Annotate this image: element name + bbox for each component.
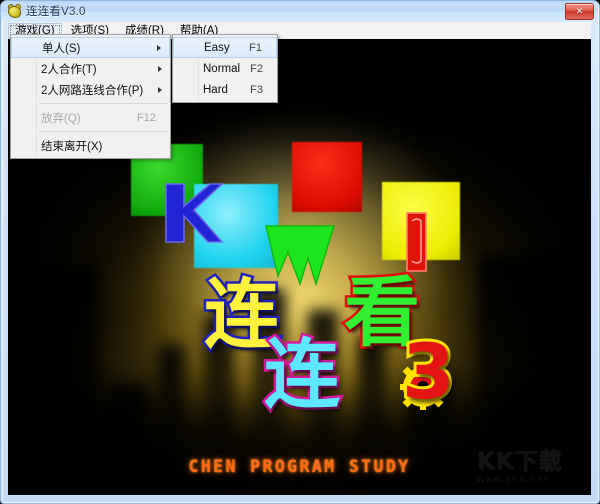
logo-version-number: 3 bbox=[399, 324, 458, 419]
game-dropdown-menu[interactable]: 单人(S) 2人合作(T) 2人网路连线合作(P) 放弃(Q) F12 结束离开… bbox=[10, 34, 171, 159]
menu-item-accelerator: F12 bbox=[137, 111, 156, 124]
menu-item-label: 结束离开(X) bbox=[41, 140, 103, 153]
watermark-brand: KK下载 bbox=[477, 449, 563, 475]
site-watermark: KK下载 www.kkx.net bbox=[477, 449, 587, 493]
menu-item-normal[interactable]: Normal F2 bbox=[173, 58, 277, 79]
menu-item-label: 放弃(Q) bbox=[41, 112, 81, 125]
menu-item-label: Easy bbox=[204, 41, 230, 54]
chevron-right-icon bbox=[158, 65, 162, 72]
menu-item-label: Normal bbox=[203, 62, 241, 75]
menu-item-easy[interactable]: Easy F1 bbox=[173, 37, 277, 58]
menu-item-accelerator: F1 bbox=[249, 41, 262, 54]
chevron-right-icon bbox=[157, 44, 161, 51]
watermark-url: www.kkx.net bbox=[477, 475, 549, 485]
menu-item-give-up: 放弃(Q) F12 bbox=[11, 107, 170, 128]
menu-item-accelerator: F3 bbox=[250, 83, 263, 96]
menu-item-label: 单人(S) bbox=[42, 42, 81, 55]
difficulty-submenu[interactable]: Easy F1 Normal F2 Hard F3 bbox=[172, 34, 278, 103]
window-controls: ✕ bbox=[565, 2, 598, 20]
menu-item-two-player-coop[interactable]: 2人合作(T) bbox=[11, 58, 170, 79]
logo-cjk-lian-2: 连 bbox=[262, 330, 343, 419]
application-window: 连连看V3.0 ✕ 游戏(G) 选项(S) 成绩(R) 帮助(A) 连 看 连 … bbox=[0, 0, 600, 504]
menu-item-label: 2人网路连线合作(P) bbox=[41, 84, 144, 97]
menu-item-accelerator: F2 bbox=[250, 62, 263, 75]
menu-item-single-player[interactable]: 单人(S) bbox=[11, 37, 170, 58]
logo-square-red bbox=[292, 142, 362, 212]
menu-item-two-player-network[interactable]: 2人网路连线合作(P) bbox=[11, 79, 170, 100]
title-bar[interactable]: 连连看V3.0 ✕ bbox=[1, 1, 598, 21]
logo-letter-i bbox=[406, 212, 427, 272]
menu-item-hard[interactable]: Hard F3 bbox=[173, 79, 277, 100]
menu-separator bbox=[39, 131, 168, 132]
menu-item-exit[interactable]: 结束离开(X) bbox=[11, 135, 170, 156]
menu-separator bbox=[39, 103, 168, 104]
menu-item-label: 2人合作(T) bbox=[41, 63, 97, 76]
window-title: 连连看V3.0 bbox=[26, 6, 86, 18]
close-button[interactable]: ✕ bbox=[565, 2, 594, 20]
chevron-right-icon bbox=[158, 86, 162, 93]
menu-item-label: Hard bbox=[203, 83, 228, 96]
frog-icon bbox=[7, 4, 21, 18]
logo-letter-k bbox=[165, 183, 224, 243]
